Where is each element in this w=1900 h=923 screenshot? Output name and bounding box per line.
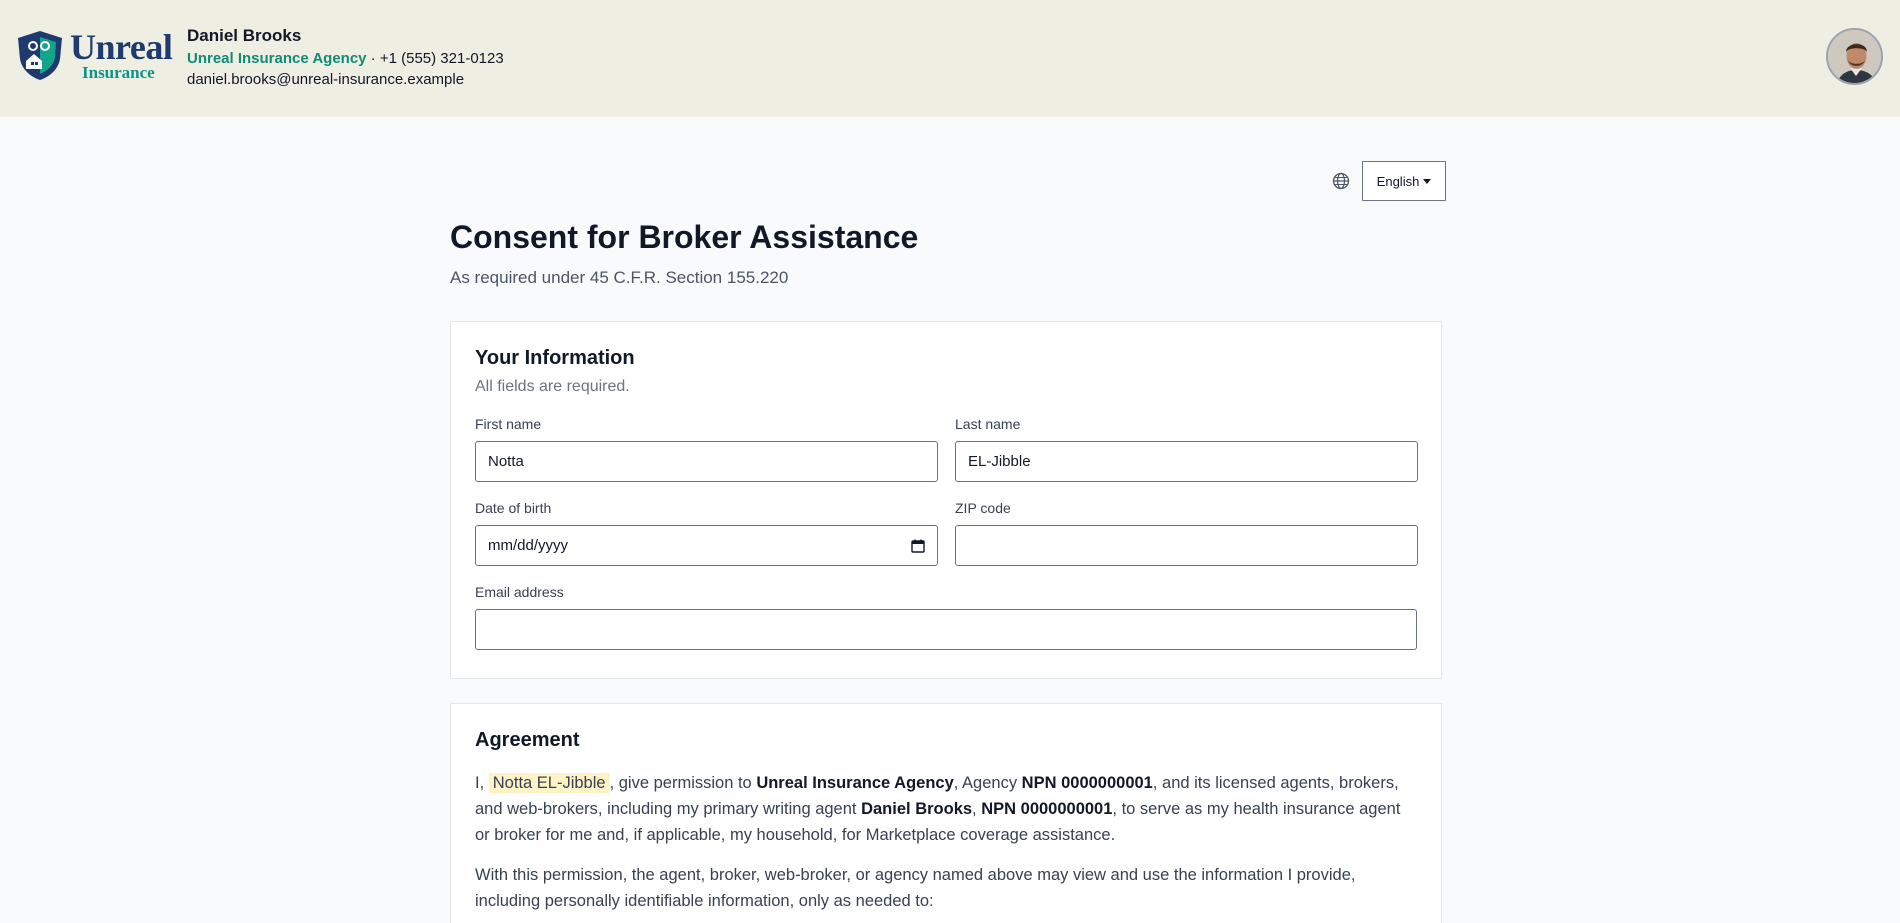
agreement-card: Agreement I, Notta EL-Jibble, give permi… (450, 703, 1442, 923)
agency-name: Unreal Insurance Agency (187, 50, 367, 67)
language-select[interactable]: English (1362, 161, 1446, 201)
last-name-input[interactable]: EL-Jibble (955, 441, 1418, 482)
page-subtitle: As required under 45 C.F.R. Section 155.… (450, 268, 789, 287)
globe-icon (1332, 172, 1350, 190)
agent-npn: NPN 0000000001 (981, 800, 1113, 818)
first-name-input[interactable]: Notta (475, 441, 938, 482)
dob-label: Date of birth (475, 500, 552, 516)
email-label: Email address (475, 584, 564, 600)
first-name-value: Notta (488, 453, 524, 470)
shield-logo-icon (18, 31, 62, 80)
calendar-icon[interactable] (911, 539, 925, 553)
last-name-value: EL-Jibble (968, 453, 1031, 470)
dob-placeholder: mm/dd/yyyy (488, 537, 569, 554)
section-heading-agreement: Agreement (475, 729, 580, 751)
language-selected: English (1376, 173, 1420, 189)
agreement-paragraph-1: I, Notta EL-Jibble, give permission to U… (475, 770, 1417, 848)
agreement-text: , give permission to (609, 774, 757, 792)
section-heading-info: Your Information (475, 347, 635, 369)
avatar[interactable] (1826, 28, 1883, 85)
agreement-text: I, (475, 774, 489, 792)
agent-contact: Daniel Brooks Unreal Insurance Agency · … (187, 26, 504, 89)
required-hint: All fields are required. (475, 378, 630, 395)
top-bar: Unreal Insurance Daniel Brooks Unreal In… (0, 0, 1900, 117)
caret-down-icon (1423, 179, 1432, 184)
agent-email: daniel.brooks@unreal-insurance.example (187, 71, 465, 88)
zip-input[interactable] (955, 525, 1418, 566)
agreement-text: , (972, 800, 982, 818)
language-switcher: English (1332, 161, 1446, 201)
agent-name: Daniel Brooks (187, 26, 302, 45)
agency-npn: NPN 0000000001 (1021, 774, 1153, 792)
agency-name-bold: Unreal Insurance Agency (756, 774, 954, 792)
agency-line: Unreal Insurance Agency · +1 (555) 321-0… (187, 50, 504, 68)
last-name-label: Last name (955, 416, 1021, 432)
agreement-paragraph-2: With this permission, the agent, broker,… (475, 866, 1356, 910)
zip-label: ZIP code (955, 500, 1011, 516)
agreement-text: , Agency (953, 774, 1022, 792)
email-input[interactable] (475, 609, 1417, 650)
consenter-name-highlight: Notta EL-Jibble (488, 773, 610, 793)
your-information-card: Your Information All fields are required… (450, 321, 1442, 679)
first-name-label: First name (475, 416, 542, 432)
dob-input[interactable]: mm/dd/yyyy (475, 525, 938, 566)
logo-wordmark: Unreal (70, 27, 173, 67)
user-photo-icon (1828, 30, 1881, 83)
agent-name-bold: Daniel Brooks (861, 800, 973, 818)
page-title: Consent for Broker Assistance (450, 219, 919, 255)
brand-logo[interactable]: Unreal Insurance (14, 27, 173, 81)
agent-phone: · +1 (555) 321-0123 (366, 50, 504, 67)
